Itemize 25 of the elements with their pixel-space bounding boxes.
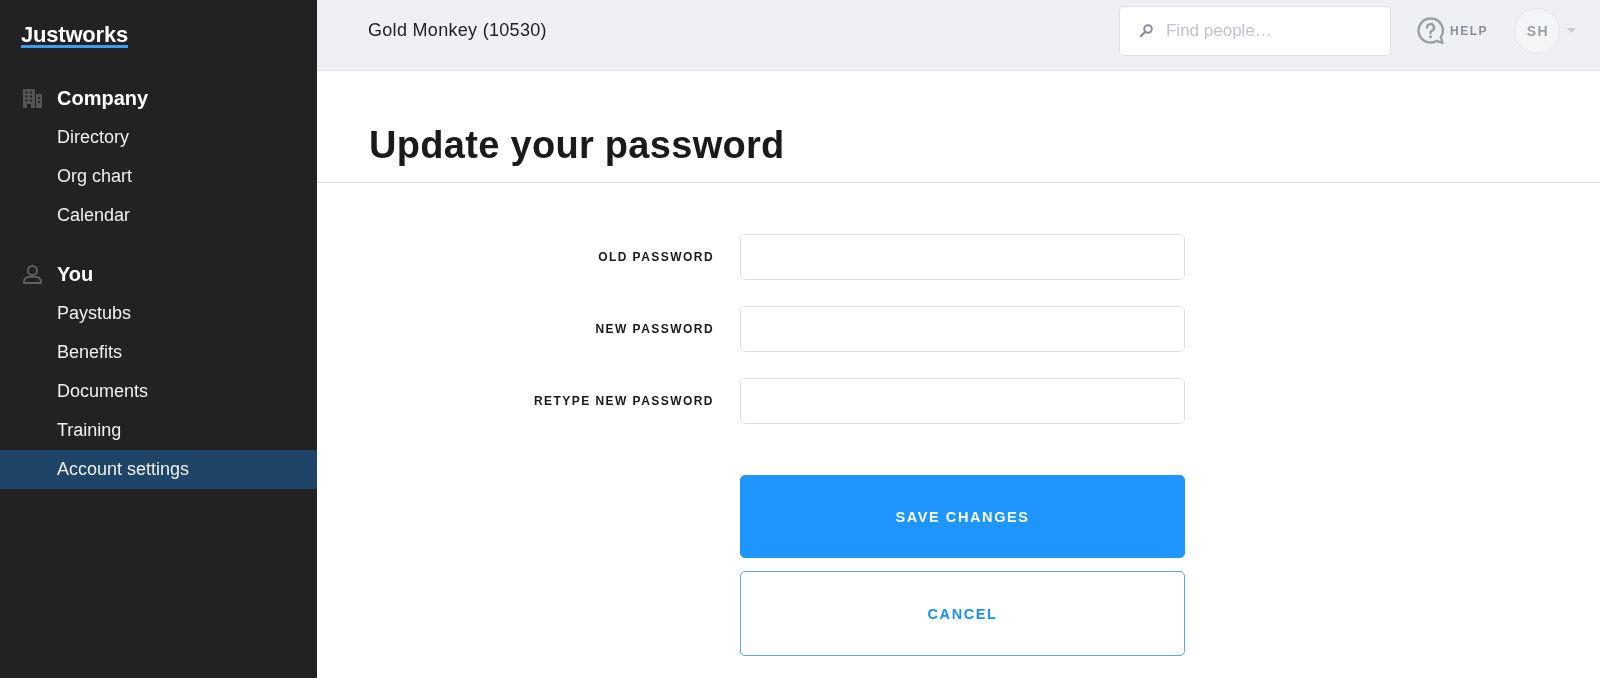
password-field[interactable] bbox=[740, 378, 1185, 424]
field-label: OLD PASSWORD bbox=[598, 250, 714, 264]
section-heading: Company bbox=[57, 87, 149, 110]
logo[interactable]: Justworks bbox=[21, 25, 129, 48]
caret-icon[interactable] bbox=[1567, 28, 1576, 33]
nav-link[interactable]: Paystubs bbox=[0, 294, 317, 333]
building-icon bbox=[23, 89, 42, 108]
section-heading: You bbox=[57, 263, 94, 286]
nav-link[interactable]: Benefits bbox=[0, 333, 317, 372]
nav-link[interactable]: Org chart bbox=[0, 157, 317, 196]
nav-link[interactable]: Documents bbox=[0, 372, 317, 411]
person-icon bbox=[23, 265, 42, 284]
password-field[interactable] bbox=[740, 234, 1185, 280]
field-label: RETYPE NEW PASSWORD bbox=[534, 394, 714, 408]
help-icon bbox=[1417, 17, 1444, 44]
company-name: Gold Monkey (10530) bbox=[368, 20, 548, 41]
page-title: Update your password bbox=[369, 123, 785, 167]
password-field[interactable] bbox=[740, 306, 1185, 352]
search-icon bbox=[1140, 23, 1153, 37]
search-field[interactable]: Find people… bbox=[1119, 5, 1391, 56]
nav-link[interactable]: Directory bbox=[0, 118, 317, 157]
nav-link[interactable]: Calendar bbox=[0, 196, 317, 235]
nav-link[interactable]: Training bbox=[0, 411, 317, 450]
field-label: NEW PASSWORD bbox=[595, 322, 714, 336]
nav-link[interactable]: Account settings bbox=[0, 450, 317, 489]
